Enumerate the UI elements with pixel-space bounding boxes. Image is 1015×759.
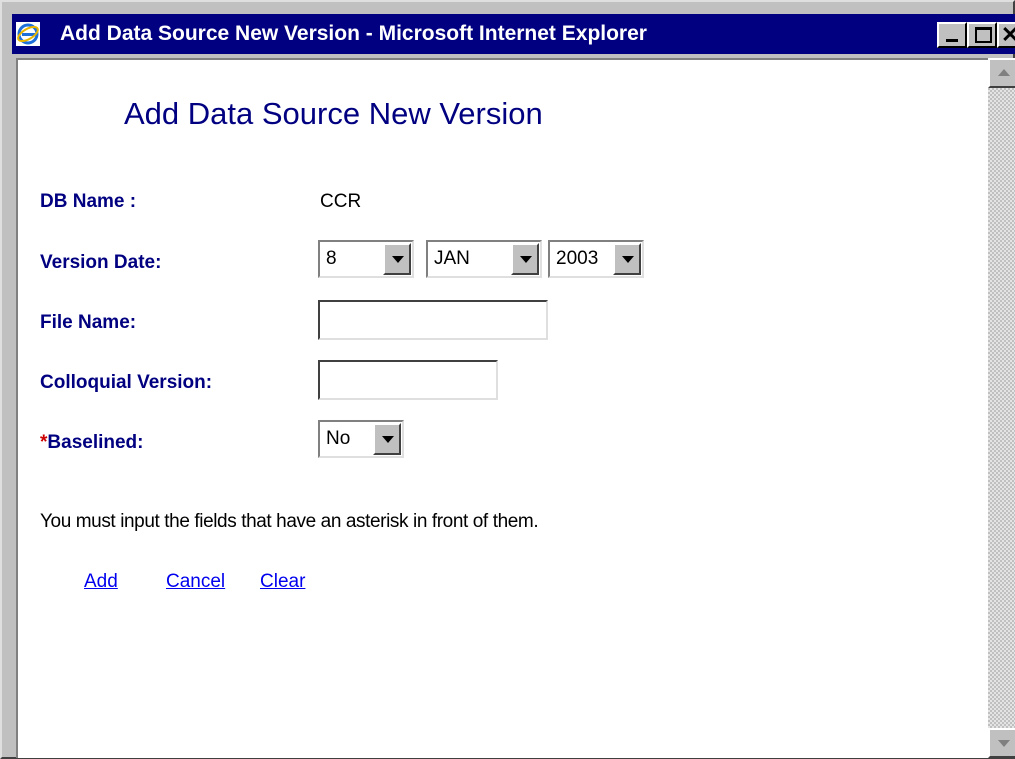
cancel-link[interactable]: Cancel xyxy=(166,571,225,593)
minimize-button[interactable] xyxy=(937,22,967,48)
close-button[interactable]: ✕ xyxy=(997,22,1015,48)
browser-window: Add Data Source New Version - Microsoft … xyxy=(0,0,1015,759)
baselined-label: Baselined: xyxy=(47,432,144,453)
colloquial-version-input[interactable] xyxy=(318,360,498,400)
file-name-input[interactable] xyxy=(318,300,548,340)
chevron-down-icon[interactable] xyxy=(613,243,641,275)
chevron-down-icon[interactable] xyxy=(383,243,411,275)
baselined-label-row: *Baselined: xyxy=(40,432,144,454)
scroll-up-arrow-icon xyxy=(998,69,1010,76)
version-day-value: 8 xyxy=(326,248,337,269)
scroll-down-button[interactable] xyxy=(988,728,1015,758)
title-bar[interactable]: Add Data Source New Version - Microsoft … xyxy=(12,14,1015,54)
clear-link[interactable]: Clear xyxy=(260,571,305,593)
version-day-select[interactable]: 8 xyxy=(318,240,414,278)
db-name-label: DB Name : xyxy=(40,191,137,212)
file-name-label: File Name: xyxy=(40,312,137,333)
chevron-down-icon[interactable] xyxy=(373,423,401,455)
db-name-value: CCR xyxy=(320,191,362,212)
version-year-value: 2003 xyxy=(556,248,599,269)
vertical-scrollbar[interactable] xyxy=(988,58,1015,758)
version-year-select[interactable]: 2003 xyxy=(548,240,644,278)
baselined-select[interactable]: No xyxy=(318,420,404,458)
required-fields-note: You must input the fields that have an a… xyxy=(40,511,539,532)
chevron-down-icon[interactable] xyxy=(511,243,539,275)
version-date-label: Version Date: xyxy=(40,252,162,273)
ie-icon xyxy=(16,22,40,46)
add-link[interactable]: Add xyxy=(84,571,118,593)
version-month-value: JAN xyxy=(434,248,470,269)
baselined-value: No xyxy=(326,428,351,449)
version-month-select[interactable]: JAN xyxy=(426,240,542,278)
colloquial-version-label: Colloquial Version: xyxy=(40,372,213,393)
scroll-up-button[interactable] xyxy=(988,58,1015,88)
window-title: Add Data Source New Version - Microsoft … xyxy=(60,22,647,45)
scroll-down-arrow-icon xyxy=(998,740,1010,747)
close-icon: ✕ xyxy=(1001,22,1015,47)
page-content xyxy=(16,58,988,758)
maximize-button[interactable] xyxy=(967,22,997,48)
page-title: Add Data Source New Version xyxy=(124,96,543,131)
